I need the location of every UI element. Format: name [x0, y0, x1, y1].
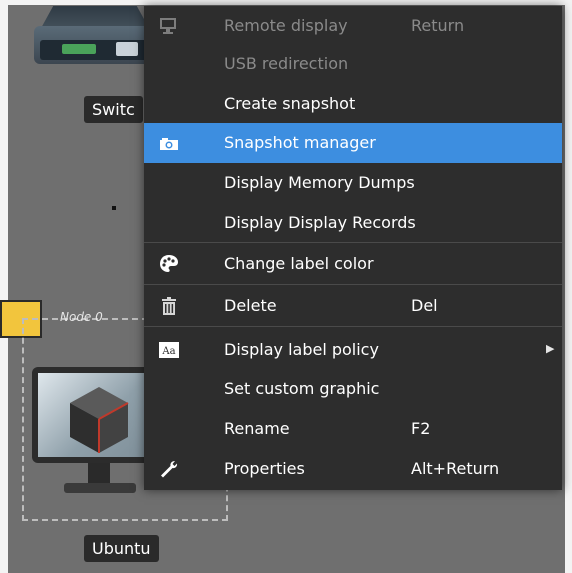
submenu-arrow-icon: ▶ — [546, 342, 555, 355]
menu-item-shortcut: F2 — [411, 419, 431, 438]
menu-item-usb-redirection[interactable]: USB redirection — [144, 44, 562, 84]
menu-item-label: Display Memory Dumps — [224, 173, 415, 192]
wrench-icon — [158, 458, 180, 480]
menu-item-label: Set custom graphic — [224, 379, 380, 398]
menu-item-label: Display label policy — [224, 340, 379, 359]
menu-item-set-custom-graphic[interactable]: Set custom graphic — [144, 369, 562, 409]
camera-icon — [158, 132, 180, 154]
menu-item-label: USB redirection — [224, 54, 349, 73]
menu-item-label: Snapshot manager — [224, 133, 376, 152]
ubuntu-label-text: Ubuntu — [92, 539, 151, 558]
menu-separator — [144, 284, 562, 285]
palette-icon — [158, 253, 180, 275]
menu-item-delete[interactable]: Delete Del — [144, 286, 562, 326]
font-icon: Aa — [158, 339, 180, 361]
menu-item-label: Display Display Records — [224, 213, 416, 232]
trash-icon — [158, 295, 180, 317]
menu-item-label: Change label color — [224, 254, 374, 273]
menu-item-create-snapshot[interactable]: Create snapshot — [144, 84, 562, 124]
svg-text:Aa: Aa — [161, 346, 175, 357]
switch-ports-icon — [116, 42, 138, 56]
menu-item-properties[interactable]: Properties Alt+Return — [144, 449, 562, 489]
switch-ports-icon — [62, 44, 96, 54]
canvas-left-edge — [0, 0, 8, 573]
menu-item-shortcut: Alt+Return — [411, 459, 500, 478]
menu-separator — [144, 326, 562, 327]
menu-item-shortcut: Del — [411, 296, 438, 315]
menu-separator — [144, 242, 562, 243]
menu-item-remote-display[interactable]: Remote display Return — [144, 6, 562, 46]
menu-item-snapshot-manager[interactable]: Snapshot manager — [144, 123, 562, 163]
monitor-remote-icon — [158, 15, 180, 37]
node-group-label: Node 0 — [60, 310, 103, 324]
cube-icon — [70, 387, 129, 453]
menu-item-label: Rename — [224, 419, 290, 438]
ubuntu-label[interactable]: Ubuntu — [84, 535, 159, 562]
menu-item-label: Properties — [224, 459, 305, 478]
ubuntu-screen — [38, 373, 160, 457]
menu-item-label: Delete — [224, 296, 277, 315]
menu-item-change-label-color[interactable]: Change label color — [144, 244, 562, 284]
switch-label[interactable]: Switc — [84, 96, 143, 123]
menu-item-display-label-policy[interactable]: Aa Display label policy ▶ — [144, 330, 562, 370]
switch-label-text: Switc — [92, 100, 135, 119]
canvas-dot — [112, 206, 116, 210]
context-menu: Remote display Return USB redirection Cr… — [144, 6, 562, 490]
monitor-base — [64, 483, 136, 493]
menu-item-display-display-records[interactable]: Display Display Records — [144, 203, 562, 243]
menu-item-rename[interactable]: Rename F2 — [144, 409, 562, 449]
menu-item-display-memory-dumps[interactable]: Display Memory Dumps — [144, 163, 562, 203]
menu-item-label: Remote display — [224, 16, 348, 35]
canvas-top-edge — [0, 0, 572, 5]
menu-item-label: Create snapshot — [224, 94, 356, 113]
canvas-right-edge — [565, 0, 572, 573]
menu-item-shortcut: Return — [411, 16, 465, 35]
monitor-stand — [88, 463, 110, 483]
